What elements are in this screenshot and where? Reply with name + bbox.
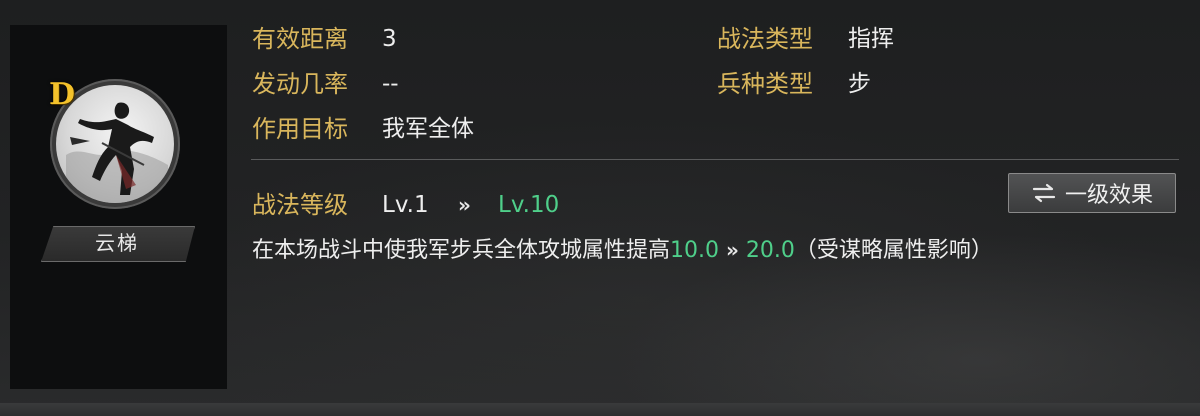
level-effect-label: 一级效果 bbox=[1064, 183, 1153, 208]
section-divider bbox=[251, 159, 1179, 160]
skill-description: 在本场战斗中使我军步兵全体攻城属性提高10.0 » 20.0（受谋略属性影响） bbox=[252, 234, 993, 267]
target-value: 我军全体 bbox=[382, 116, 474, 142]
trigger-rate-label: 发动几率 bbox=[252, 70, 348, 98]
range-value: 3 bbox=[382, 26, 397, 52]
description-value-to: 20.0 bbox=[745, 238, 795, 263]
trigger-rate-value: -- bbox=[382, 71, 399, 97]
level-arrow-icon: » bbox=[458, 193, 471, 217]
description-arrow-icon: » bbox=[726, 238, 739, 262]
troop-type-label: 兵种类型 bbox=[717, 70, 813, 98]
description-note: （受谋略属性影响） bbox=[794, 238, 993, 263]
level-label: 战法等级 bbox=[252, 191, 348, 219]
bottom-bar bbox=[0, 403, 1200, 416]
target-label: 作用目标 bbox=[252, 115, 348, 143]
grade-badge: D bbox=[49, 77, 76, 112]
swap-arrows-icon bbox=[1031, 183, 1057, 203]
skill-type-value: 指挥 bbox=[848, 26, 894, 52]
skill-type-label: 战法类型 bbox=[717, 25, 813, 53]
description-value-from: 10.0 bbox=[670, 238, 719, 263]
description-text: 在本场战斗中使我军步兵全体攻城属性提高 bbox=[252, 238, 671, 263]
level-current: Lv.1 bbox=[382, 192, 429, 218]
level-effect-button[interactable]: 一级效果 bbox=[1008, 173, 1176, 213]
skill-name: 云梯 bbox=[95, 231, 139, 255]
level-max: Lv.10 bbox=[498, 192, 560, 218]
troop-type-value: 步 bbox=[848, 71, 871, 97]
skill-detail-panel: D 云梯 有效距离 3 发动几率 -- 作用目标 我军全体 战法类型 指挥 兵种… bbox=[0, 0, 1200, 416]
range-label: 有效距离 bbox=[252, 25, 348, 53]
